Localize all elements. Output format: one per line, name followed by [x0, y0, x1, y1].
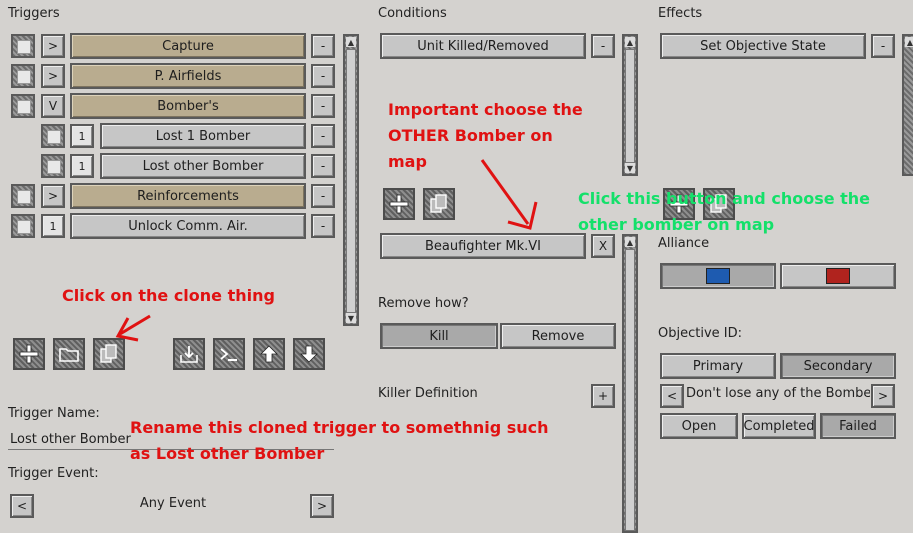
- arrow-to-unit-icon: [480, 159, 530, 225]
- annotation-arrows: [115, 159, 538, 342]
